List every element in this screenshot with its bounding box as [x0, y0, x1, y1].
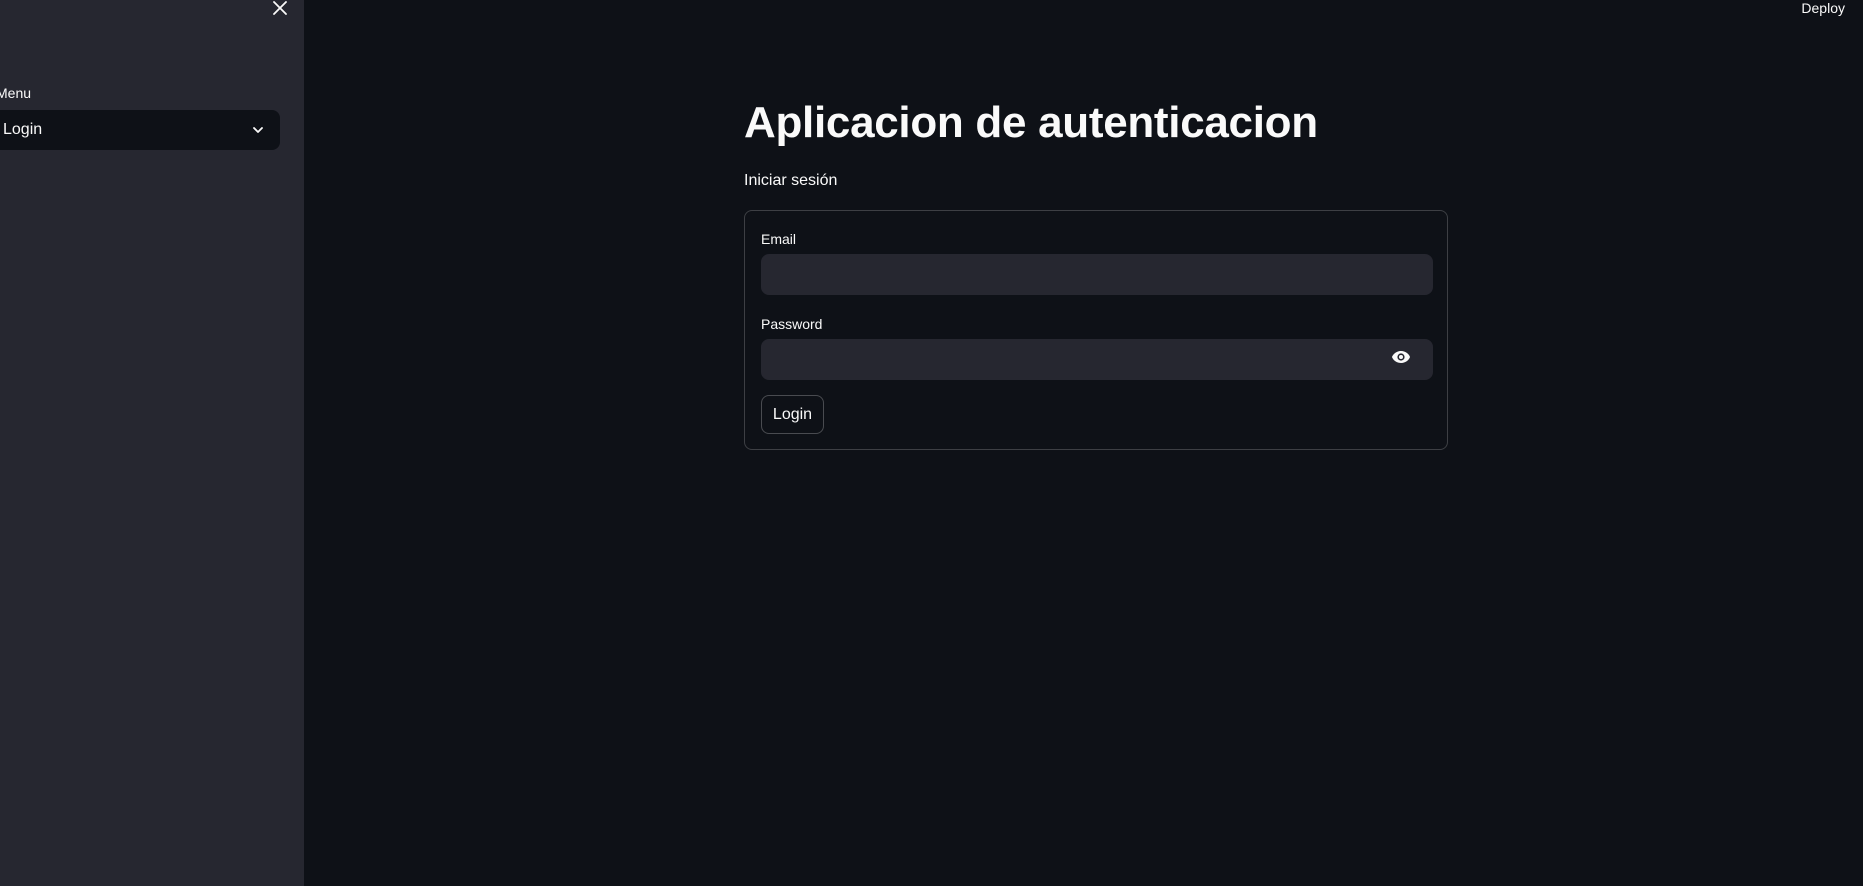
close-sidebar-button[interactable]: [270, 0, 290, 20]
menu-select-value: Login: [3, 121, 43, 138]
chevron-down-icon: [250, 122, 266, 138]
password-label: Password: [761, 316, 823, 332]
menu-select[interactable]: Login: [0, 110, 280, 150]
deploy-button[interactable]: Deploy: [1801, 0, 1845, 16]
subtitle: Iniciar sesión: [744, 172, 838, 189]
close-icon: [273, 0, 287, 20]
login-button[interactable]: Login: [761, 395, 824, 434]
eye-icon: [1391, 350, 1411, 369]
menu-label: Menu: [0, 85, 32, 101]
show-password-toggle[interactable]: [1387, 345, 1415, 373]
login-form: Email Password Login: [744, 210, 1448, 450]
email-field[interactable]: [761, 254, 1433, 295]
email-label: Email: [761, 231, 797, 247]
sidebar: Menu Login: [0, 0, 304, 886]
page-title: Aplicacion de autenticacion: [744, 98, 1318, 147]
password-field[interactable]: [761, 339, 1433, 380]
